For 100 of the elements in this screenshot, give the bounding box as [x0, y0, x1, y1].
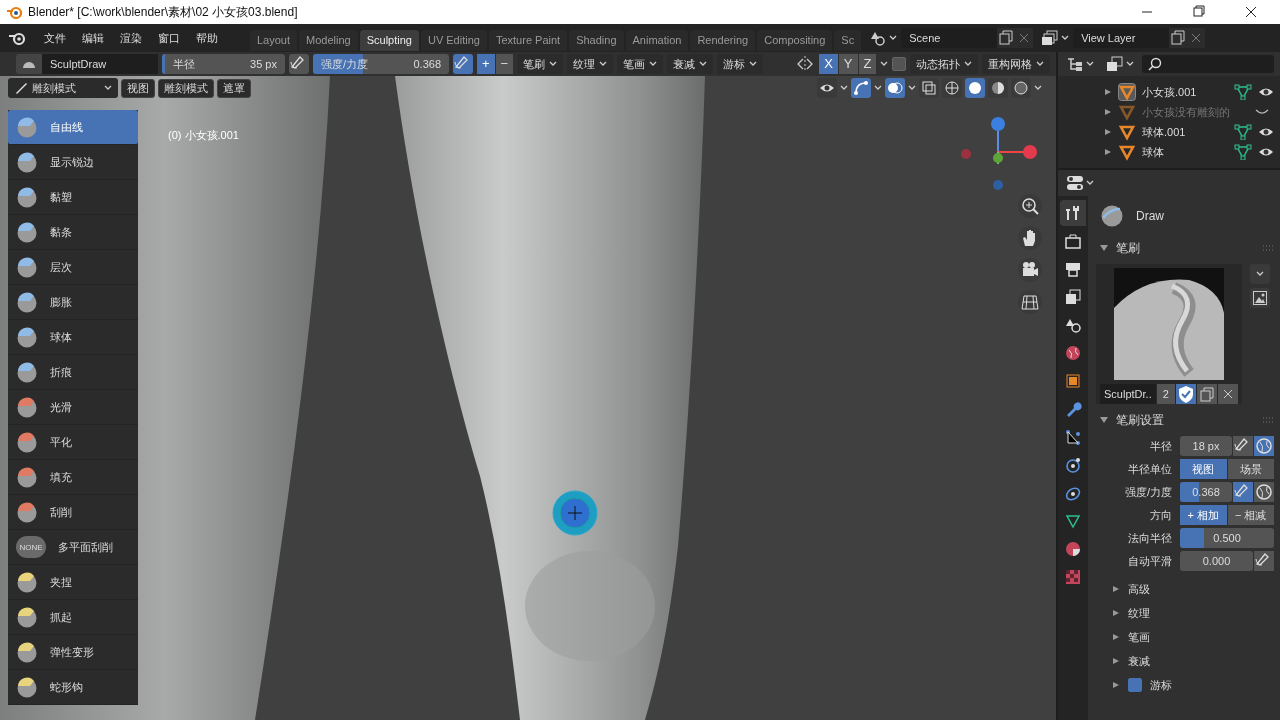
value-slider[interactable]: 0.500 [1180, 528, 1274, 548]
number-field[interactable]: 0.000 [1180, 551, 1253, 571]
menu-item[interactable]: 文件 [36, 30, 74, 46]
toggle-option[interactable]: − 相减 [1227, 505, 1274, 525]
dropdown-menu[interactable]: 重构网格 [982, 54, 1051, 74]
dropdown-button[interactable] [1249, 264, 1270, 284]
menu-item[interactable]: 编辑 [74, 30, 112, 46]
axis-toggle[interactable]: Y [838, 54, 858, 74]
grid-button[interactable] [1018, 290, 1042, 314]
radius-field[interactable]: 半径 35 px [162, 54, 285, 74]
tool-item[interactable]: 刮削 [8, 495, 138, 530]
outliner-row[interactable]: 小女孩.001 [1104, 82, 1280, 102]
panel-header[interactable]: 笔刷 [1088, 236, 1280, 260]
toggle-option[interactable]: 视图 [1180, 459, 1227, 479]
xray-icon-button[interactable] [919, 78, 939, 98]
panel-header[interactable]: 笔刷设置 [1088, 408, 1280, 432]
shield-icon[interactable] [1175, 384, 1196, 404]
dropdown-menu[interactable]: 笔画 [617, 54, 664, 74]
workspace-tab[interactable]: Sculpting [359, 30, 419, 51]
menu-item[interactable]: 渲染 [112, 30, 150, 46]
toggle-option[interactable]: + 相加 [1180, 505, 1227, 525]
tool-item[interactable]: 弹性变形 [8, 635, 138, 670]
blender-logo-icon[interactable] [8, 31, 26, 45]
eye-icon-button[interactable] [817, 78, 837, 98]
globe-icon[interactable] [1254, 436, 1274, 456]
dropdown-menu[interactable]: 动态拓扑 [910, 54, 979, 74]
eye-icon[interactable] [1258, 126, 1274, 138]
pen-pressure-icon[interactable] [453, 54, 473, 74]
tool-item[interactable]: 夹捏 [8, 565, 138, 600]
tool-item[interactable]: 黏条 [8, 215, 138, 250]
checkbox[interactable] [1128, 678, 1142, 692]
gizmo-icon-button[interactable] [851, 78, 871, 98]
workspace-tab[interactable]: Animation [625, 30, 689, 51]
direction-toggle[interactable]: − [495, 54, 514, 74]
workspace-tab[interactable]: Rendering [690, 30, 756, 51]
tool-item[interactable]: 球体 [8, 320, 138, 355]
tool-item[interactable]: 自由线 [8, 110, 138, 145]
axis-toggle[interactable]: X [819, 54, 838, 74]
brush-datablock-field[interactable]: SculptDr.. [1100, 384, 1156, 404]
dropdown-menu[interactable]: 游标 [717, 54, 764, 74]
workspace-tab[interactable]: Modeling [299, 30, 358, 51]
search-field[interactable] [1142, 55, 1274, 73]
tool-item[interactable]: 光滑 [8, 390, 138, 425]
dropdown-menu[interactable]: 纹理 [567, 54, 614, 74]
copy-icon[interactable] [1196, 384, 1217, 404]
close-icon[interactable] [1217, 384, 1238, 404]
direction-toggle[interactable]: + [477, 54, 495, 74]
subpanel-header[interactable]: 纹理 [1112, 601, 1280, 625]
globe-icon[interactable] [1254, 482, 1274, 502]
tool-item[interactable]: 填充 [8, 460, 138, 495]
hand-button[interactable] [1018, 226, 1042, 250]
user-count[interactable]: 2 [1156, 384, 1175, 404]
dropdown-menu[interactable]: 笔刷 [517, 54, 564, 74]
subpanel-header[interactable]: 高级 [1112, 577, 1280, 601]
workspace-tab[interactable]: Shading [569, 30, 624, 51]
subpanel-header[interactable]: 游标 [1112, 673, 1280, 697]
copy-icon[interactable] [1169, 28, 1188, 48]
image-button[interactable] [1249, 288, 1270, 308]
subpanel-header[interactable]: 衰减 [1112, 649, 1280, 673]
wireframe-shading-icon-button[interactable] [942, 78, 962, 98]
workspace-tab[interactable]: UV Editing [420, 30, 487, 51]
outliner-row[interactable]: 球体.001 [1104, 122, 1280, 142]
pen-pressure-icon[interactable] [1233, 482, 1253, 502]
eye-icon[interactable] [1258, 86, 1274, 98]
tool-tab[interactable] [1060, 200, 1086, 226]
toggle-option[interactable]: 场景 [1227, 459, 1274, 479]
tool-item[interactable]: NONE 多平面刮削 [8, 530, 138, 565]
workspace-tab[interactable]: Compositing [757, 30, 833, 51]
tool-item[interactable]: 蛇形钩 [8, 670, 138, 705]
workspace-tab[interactable]: Texture Paint [488, 30, 568, 51]
rendered-shading-icon-button[interactable] [1011, 78, 1031, 98]
checkbox[interactable] [892, 57, 907, 71]
tool-item[interactable]: 抓起 [8, 600, 138, 635]
tool-item[interactable]: 显示锐边 [8, 145, 138, 180]
pen-pressure-icon[interactable] [1254, 551, 1274, 571]
brush-selector[interactable] [16, 54, 42, 74]
workspace-tab[interactable]: Sc [834, 30, 862, 51]
copy-icon[interactable] [997, 28, 1016, 48]
tool-item[interactable]: 折痕 [8, 355, 138, 390]
tool-item[interactable]: 平化 [8, 425, 138, 460]
subpanel-header[interactable]: 笔画 [1112, 625, 1280, 649]
view-layer-field[interactable]: View Layer [1073, 28, 1170, 48]
tool-item[interactable]: 层次 [8, 250, 138, 285]
number-field[interactable]: 18 px [1180, 436, 1232, 456]
tool-item[interactable]: 膨胀 [8, 285, 138, 320]
pen-pressure-icon[interactable] [1233, 436, 1253, 456]
material-shading-icon-button[interactable] [988, 78, 1008, 98]
solid-shading-icon-button[interactable] [965, 78, 985, 98]
outliner-row[interactable]: 球体 [1104, 142, 1280, 162]
axis-toggle[interactable]: Z [858, 54, 877, 74]
scene-field[interactable]: Scene [901, 28, 998, 48]
dropdown-menu[interactable]: 衰减 [667, 54, 714, 74]
menu-item[interactable]: 帮助 [188, 30, 226, 46]
workspace-tab[interactable]: Layout [250, 30, 298, 51]
camera-button[interactable] [1018, 258, 1042, 282]
tool-item[interactable]: 黏塑 [8, 180, 138, 215]
mode-dropdown[interactable]: 雕刻模式 [8, 78, 118, 98]
overlay-icon-button[interactable] [885, 78, 905, 98]
eye-icon[interactable] [1258, 146, 1274, 158]
zoom-button[interactable] [1018, 194, 1042, 218]
